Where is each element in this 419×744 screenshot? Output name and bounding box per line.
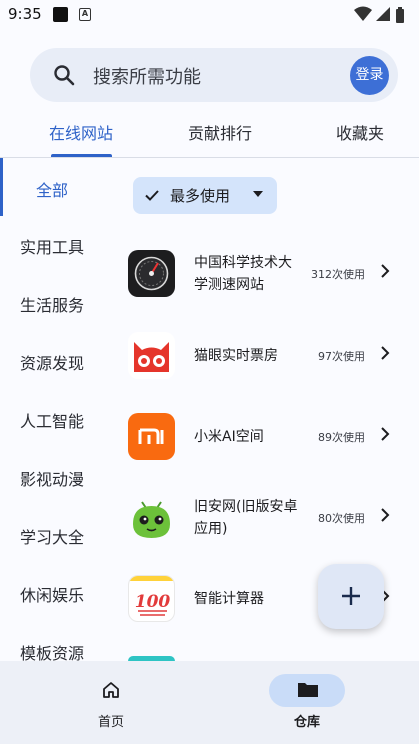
cat-eye-icon [128, 332, 175, 379]
tab-online-sites[interactable]: 在线网站 [49, 120, 113, 144]
login-button[interactable]: 登录 [350, 56, 389, 95]
check-icon [145, 190, 159, 201]
tab-favorites[interactable]: 收藏夹 [336, 120, 384, 144]
sidebar-item-label: 全部 [36, 181, 69, 200]
battery-icon [396, 7, 404, 23]
caret-down-icon [253, 191, 263, 197]
sidebar-item-label: 资源发现 [20, 354, 85, 373]
item-name: 智能计算器 [194, 591, 264, 607]
sidebar-item-label: 实用工具 [20, 238, 85, 257]
sidebar-item-label: 生活服务 [20, 296, 85, 315]
item-name: 旧安网(旧版安卓应用) [194, 499, 298, 537]
status-time: 9:35 [8, 5, 42, 23]
sidebar-item-label: 休闲娱乐 [20, 586, 85, 605]
chevron-right-icon [381, 427, 390, 441]
usage-count: 312次使用 [311, 268, 365, 281]
sidebar-item-label: 学习大全 [20, 528, 85, 547]
sidebar-item-label: 人工智能 [20, 412, 85, 431]
tab-indicator [51, 154, 112, 157]
speedometer-icon [128, 250, 175, 297]
item-name: 猫眼实时票房 [194, 348, 278, 364]
wifi-icon [354, 6, 372, 21]
signal-icon [376, 7, 390, 21]
home-icon [103, 682, 119, 698]
chevron-right-icon [381, 508, 390, 522]
status-icons [354, 6, 404, 23]
sidebar-item-leisure[interactable]: 休闲娱乐 [0, 573, 108, 613]
item-name: 小米AI空间 [194, 429, 264, 445]
sidebar-item-label: 影视动漫 [20, 470, 85, 489]
list-item[interactable]: 旧安网(旧版安卓应用) 80次使用 [118, 485, 403, 551]
list-item[interactable]: 中国科学技术大学测速网站 312次使用 [118, 241, 403, 307]
sidebar-item-resources[interactable]: 资源发现 [0, 341, 108, 381]
list-item[interactable]: 小米AI空间 89次使用 [118, 404, 403, 470]
calculator-100-text: 100 [135, 592, 171, 612]
notification-square-icon [53, 7, 68, 22]
search-bar[interactable]: 搜索所需功能 登录 [30, 48, 398, 102]
sidebar-item-templates[interactable]: 模板资源 [0, 631, 108, 661]
usage-count: 80次使用 [318, 512, 365, 525]
nav-home[interactable]: 首页 [51, 661, 171, 744]
tab-contribution-ranking[interactable]: 贡献排行 [188, 120, 252, 144]
xiaomi-icon [128, 413, 175, 460]
chevron-right-icon [381, 346, 390, 360]
sidebar-item-learning[interactable]: 学习大全 [0, 515, 108, 555]
status-bar: 9:35 A [0, 0, 419, 30]
search-icon [54, 65, 75, 86]
category-sidebar: 全部 实用工具 生活服务 资源发现 人工智能 影视动漫 学习大全 休闲娱乐 模板… [0, 158, 108, 661]
sidebar-item-all[interactable]: 全部 [0, 168, 108, 208]
sidebar-item-tools[interactable]: 实用工具 [0, 225, 108, 265]
item-name: 中国科学技术大学测速网站 [194, 255, 292, 293]
notification-a-icon: A [79, 8, 91, 21]
usage-count: 89次使用 [318, 431, 365, 444]
sidebar-item-label: 模板资源 [20, 644, 85, 661]
sidebar-item-ai[interactable]: 人工智能 [0, 399, 108, 439]
folder-icon [298, 683, 318, 697]
nav-label: 仓库 [293, 715, 320, 730]
android-icon [128, 494, 175, 541]
calculator-100-icon: 100 [128, 575, 175, 622]
usage-count: 97次使用 [318, 350, 365, 363]
sidebar-item-video-anime[interactable]: 影视动漫 [0, 457, 108, 497]
sort-filter-label: 最多使用 [170, 187, 231, 205]
tab-bar: 在线网站 贡献排行 收藏夹 [0, 112, 419, 158]
nav-label: 首页 [97, 715, 124, 730]
search-input[interactable]: 搜索所需功能 [93, 63, 201, 89]
add-fab-button[interactable] [318, 564, 384, 629]
nav-warehouse[interactable]: 仓库 [247, 661, 367, 744]
list-item[interactable]: 猫眼实时票房 97次使用 [118, 323, 403, 389]
plus-icon [342, 587, 360, 605]
sidebar-item-life-services[interactable]: 生活服务 [0, 283, 108, 323]
bottom-navigation: 首页 仓库 [0, 661, 419, 744]
chevron-right-icon [381, 264, 390, 278]
sort-filter-chip[interactable]: 最多使用 [133, 177, 277, 214]
